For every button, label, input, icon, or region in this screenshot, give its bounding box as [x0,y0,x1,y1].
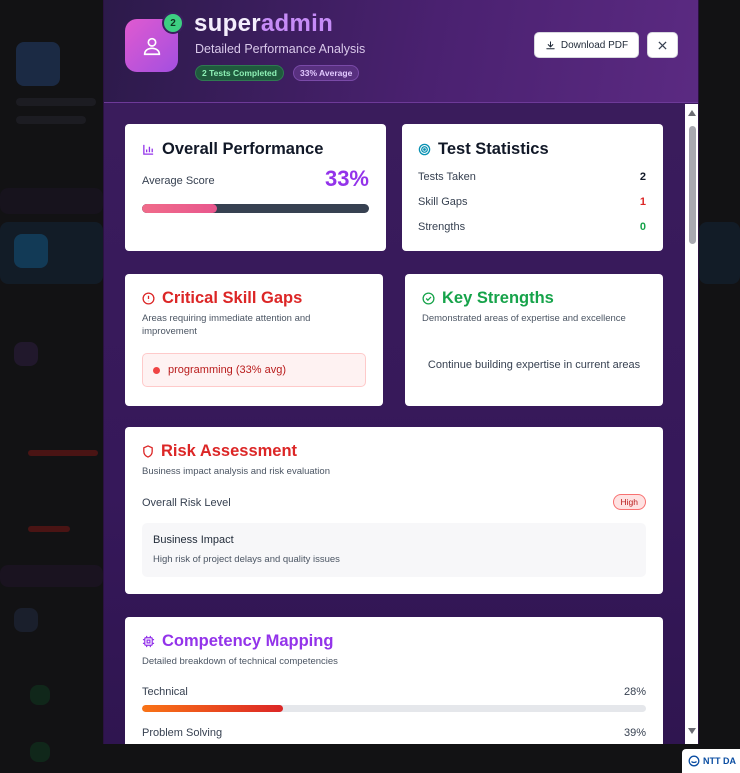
business-impact-text: High risk of project delays and quality … [153,554,340,565]
risk-assessment-title-text: Risk Assessment [161,442,298,460]
test-statistics-title-text: Test Statistics [438,140,549,158]
average-score-bar-fill [142,204,217,213]
performance-modal: 2 superadmin Detailed Performance Analys… [103,0,699,744]
download-pdf-label: Download PDF [560,39,629,51]
competency-bar-fill-technical [142,705,284,712]
overall-performance-title-text: Overall Performance [162,140,324,158]
background-panel [0,565,103,587]
critical-skill-gaps-desc: Areas requiring immediate attention and … [142,313,311,337]
competency-value-technical: 28% [623,686,646,698]
close-button[interactable] [647,32,678,58]
key-strengths-card: Key Strengths Demonstrated areas of expe… [405,274,663,406]
background-stat-card [699,222,740,284]
close-icon [658,40,667,50]
background-bar [28,450,98,456]
average-score-label: Average Score [142,175,215,187]
critical-skill-gaps-card: Critical Skill Gaps Areas requiring imme… [125,274,383,406]
modal-header: 2 superadmin Detailed Performance Analys… [104,0,698,103]
ntt-globe-icon [688,755,700,767]
skill-gap-dot [153,367,160,374]
average-score-value: 33% [324,166,369,191]
risk-level-badge: High [612,494,646,510]
scroll-down-arrow[interactable] [688,728,696,734]
header-subtitle: Detailed Performance Analysis [195,42,366,56]
stat-value-strengths: 0 [639,221,646,233]
key-strengths-empty: Continue building expertise in current a… [427,359,641,371]
competency-label-problem-solving: Problem Solving [142,727,223,739]
ntt-data-logo-text: NTT DA [703,756,736,766]
scroll-thumb[interactable] [689,126,696,244]
competency-mapping-title-text: Competency Mapping [162,632,334,650]
competency-mapping-card: Competency Mapping Detailed breakdown of… [125,617,663,744]
user-name-part1: super [194,10,261,37]
stat-label-skill-gaps: Skill Gaps [418,196,468,208]
test-statistics-card: Test Statistics Tests Taken 2 Skill Gaps… [402,124,663,251]
background-bar [28,526,70,532]
competency-mapping-desc: Detailed breakdown of technical competen… [142,656,338,667]
cpu-icon [142,635,155,648]
ntt-data-logo: NTT DA [682,749,740,773]
background-panel [0,188,103,214]
modal-scrollbar[interactable] [685,104,698,744]
target-icon [418,143,431,156]
competency-bar-technical [142,705,646,712]
background-text [16,116,86,124]
risk-assessment-card: Risk Assessment Business impact analysis… [125,427,663,594]
critical-skill-gaps-title-text: Critical Skill Gaps [162,289,303,307]
user-icon [143,37,160,55]
avatar-count-badge: 2 [162,12,184,34]
stat-label-tests-taken: Tests Taken [418,171,476,183]
background-stat-icon [14,234,48,268]
tests-completed-badge: 2 Tests Completed [195,65,284,81]
skill-gap-label: programming (33% avg) [168,364,286,376]
key-strengths-title: Key Strengths [422,289,554,308]
user-name: superadmin [194,10,333,38]
risk-assessment-desc: Business impact analysis and risk evalua… [142,466,330,477]
background-icon [30,742,50,762]
key-strengths-title-text: Key Strengths [442,289,554,307]
background-icon [30,685,50,705]
competency-label-technical: Technical [142,686,188,698]
background-text [16,98,96,106]
key-strengths-desc: Demonstrated areas of expertise and exce… [422,313,626,324]
download-icon [546,40,555,49]
overall-performance-title: Overall Performance [142,140,323,159]
background-icon [14,342,38,366]
download-pdf-button[interactable]: Download PDF [534,32,639,58]
risk-assessment-title: Risk Assessment [142,442,297,461]
business-impact-title: Business Impact [153,534,234,546]
shield-icon [143,445,153,458]
stat-value-tests-taken: 2 [639,171,646,183]
bar-chart-icon [143,144,154,155]
scroll-up-arrow[interactable] [688,110,696,116]
stat-value-skill-gaps: 1 [639,196,646,208]
average-score-bar [142,204,369,213]
background-logo [16,42,60,86]
skill-gap-item: programming (33% avg) [142,353,366,387]
test-statistics-title: Test Statistics [418,140,549,159]
alert-circle-icon [142,292,155,305]
competency-value-problem-solving: 39% [623,727,646,739]
overall-performance-card: Overall Performance Average Score 33% [125,124,386,251]
stat-label-strengths: Strengths [418,221,466,233]
risk-level-label: Overall Risk Level [142,497,231,509]
modal-body: Overall Performance Average Score 33% Te… [104,104,698,744]
critical-skill-gaps-title: Critical Skill Gaps [142,289,302,308]
competency-mapping-title: Competency Mapping [142,632,333,651]
business-impact-box: Business Impact High risk of project del… [142,523,646,577]
user-name-part2: admin [260,10,334,37]
average-badge: 33% Average [293,65,360,81]
check-circle-icon [422,292,435,305]
background-icon [14,608,38,632]
